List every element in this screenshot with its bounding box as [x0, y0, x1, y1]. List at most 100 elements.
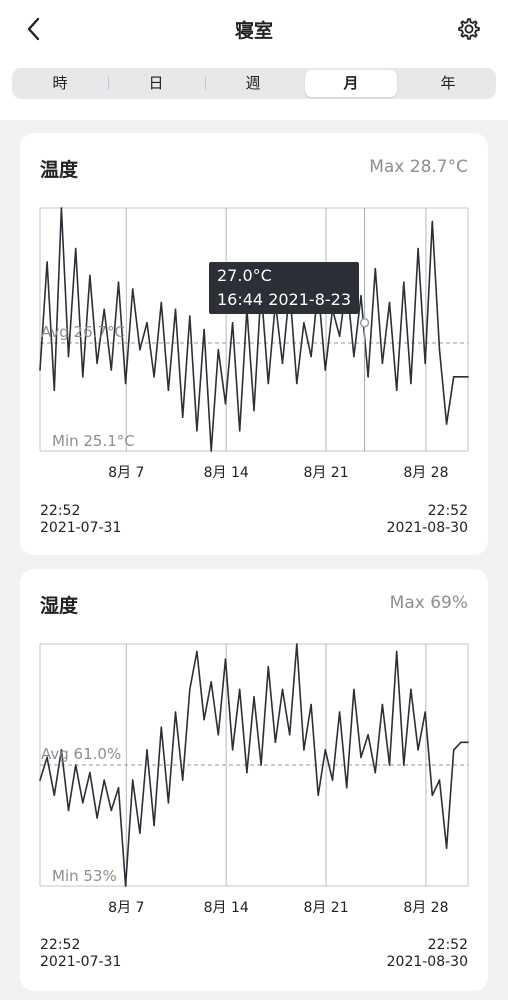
data-point: [374, 267, 377, 270]
data-point: [174, 711, 177, 713]
data-point: [196, 429, 198, 432]
data-point: [196, 650, 198, 653]
tab-year[interactable]: 年: [402, 70, 494, 97]
data-point: [117, 281, 120, 284]
data-point: [238, 688, 241, 691]
data-point: [331, 779, 334, 781]
data-point: [395, 389, 398, 392]
data-point: [74, 247, 77, 250]
data-point: [417, 749, 419, 751]
data-point: [267, 382, 270, 385]
data-point: [438, 348, 441, 351]
x-tick-label: 8月 14: [204, 465, 249, 481]
data-point: [403, 281, 405, 284]
start-time: 22:52: [40, 503, 81, 519]
data-point: [310, 355, 312, 358]
start-time: 22:52: [40, 937, 81, 953]
data-point: [82, 375, 84, 378]
data-point: [324, 369, 327, 371]
data-point: [467, 375, 469, 378]
data-point: [189, 688, 191, 691]
data-point: [46, 261, 48, 263]
data-point: [217, 348, 220, 351]
data-point: [231, 749, 234, 751]
data-point: [103, 308, 105, 311]
data-point: [238, 429, 241, 432]
data-point: [360, 756, 362, 759]
highlight-point: [359, 318, 370, 328]
data-point: [74, 764, 77, 766]
data-point: [231, 321, 234, 324]
end-time: 22:52: [427, 503, 468, 519]
x-tick-label: 8月 21: [303, 900, 348, 916]
header: 寝室 時 日 週 月 年: [0, 0, 508, 120]
gear-icon[interactable]: [455, 15, 483, 43]
data-point: [360, 294, 362, 297]
data-point: [345, 786, 348, 789]
data-point: [367, 375, 369, 378]
data-point: [146, 749, 148, 751]
data-point: [110, 369, 113, 371]
data-point: [181, 416, 184, 419]
data-point: [317, 794, 320, 797]
data-point: [274, 741, 277, 744]
x-tick-label: 8月 28: [403, 900, 448, 916]
end-date: 2021-08-30: [386, 954, 468, 970]
x-tick-label: 8月 21: [303, 465, 348, 481]
data-point: [67, 809, 70, 812]
data-point: [303, 749, 305, 751]
data-point: [131, 288, 134, 290]
data-point: [210, 450, 212, 452]
start-datetime: 22:52 2021-07-31: [40, 503, 121, 537]
data-point: [438, 779, 441, 781]
data-point: [403, 764, 405, 766]
tooltip-time: 16:44 2021-8-23: [217, 290, 351, 309]
data-point: [103, 779, 105, 781]
data-point: [452, 749, 455, 751]
data-point: [124, 885, 127, 887]
data-point: [260, 764, 262, 766]
data-point: [39, 779, 41, 781]
min-label: Min 25.1°C: [52, 432, 135, 450]
tab-week[interactable]: 週: [207, 70, 299, 97]
humidity-chart[interactable]: 8月 7 8月 14 8月 21 8月 28 Avg 61.0% Min 53%: [20, 569, 488, 929]
data-point: [353, 355, 355, 358]
avg-label: Avg 26.7°C: [41, 323, 125, 341]
data-point: [445, 847, 448, 849]
data-point: [160, 726, 163, 728]
data-point: [124, 382, 127, 385]
x-tick-label: 8月 14: [204, 900, 249, 916]
data-point: [174, 308, 177, 311]
data-point: [374, 771, 377, 774]
data-point: [131, 779, 134, 781]
start-date: 2021-07-31: [40, 954, 122, 970]
data-point: [160, 301, 163, 304]
tab-month[interactable]: 月: [305, 70, 397, 97]
tab-divider: [205, 77, 206, 90]
data-point: [96, 362, 98, 365]
data-point: [89, 274, 91, 277]
data-point: [452, 375, 455, 378]
data-point: [110, 809, 113, 812]
data-point: [267, 665, 270, 668]
data-point: [338, 711, 341, 713]
data-point: [288, 733, 291, 736]
data-point: [96, 817, 98, 819]
data-point: [303, 321, 305, 324]
data-point: [431, 794, 434, 797]
tab-divider: [108, 77, 109, 90]
data-point: [217, 733, 220, 736]
data-point: [139, 348, 141, 351]
data-point: [388, 764, 391, 766]
data-point: [381, 362, 384, 365]
tab-hour[interactable]: 時: [14, 70, 106, 97]
temperature-card: 温度 Max 28.7°C 8月 7 8月 14 8月 21 8月 28 Avg 26.…: [20, 133, 488, 555]
data-point: [353, 688, 355, 691]
period-segmented-control: 時 日 週 月 年: [12, 68, 496, 99]
tab-day[interactable]: 日: [110, 70, 202, 97]
data-point: [82, 802, 84, 804]
data-point: [395, 650, 398, 653]
data-point: [203, 328, 205, 331]
data-point: [253, 696, 255, 698]
data-point: [367, 733, 369, 736]
